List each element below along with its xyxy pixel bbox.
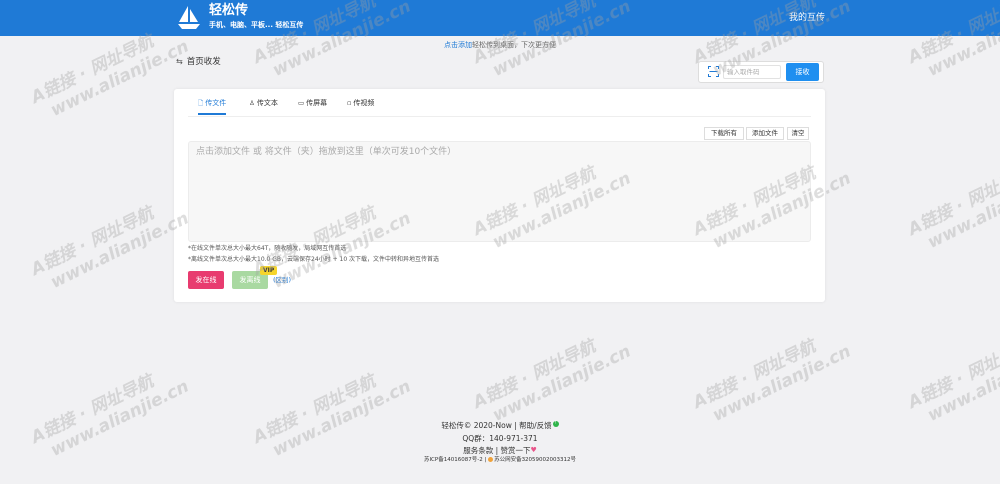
text-icon: ♙ <box>249 99 255 107</box>
file-icon: 🗋 <box>198 99 204 107</box>
watermark: A链接 · 网址导航 www.alianjie.cn <box>28 191 192 298</box>
difference-link[interactable]: (区别) <box>273 276 291 284</box>
watermark-line1: A链接 · 网址导航 <box>28 203 157 280</box>
terms-link[interactable]: 服务条款 <box>463 446 493 455</box>
download-all-button[interactable]: 下载所有 <box>704 127 744 140</box>
tab-bar: 🗋 传文件 ♙ 传文本 ▭ 传屏幕 ▫ 传视频 <box>188 96 811 117</box>
notification-badge-icon: ! <box>552 421 559 427</box>
section-title: ⇆ 首页收发 <box>176 57 221 67</box>
clear-button[interactable]: 清空 <box>787 127 809 140</box>
watermark: A链接 · 网址导航 www.alianjie.cn <box>470 324 634 431</box>
offline-note: *离线文件单次总大小最大10.0 GB，云端保存24小时 + 10 次下载，文件… <box>188 256 440 263</box>
footer-copyright-line: 轻松传© 2020-Now | 帮助/反馈! <box>0 421 1000 430</box>
notice-text: 轻松传到桌面，下次更方便 <box>472 41 556 49</box>
watermark-line1: A链接 · 网址导航 <box>690 336 819 413</box>
reward-link[interactable]: 赞赏一下 <box>501 446 531 455</box>
pickup-code-input[interactable] <box>723 65 781 79</box>
icp-link[interactable]: 苏ICP备14016087号-2 <box>424 457 483 463</box>
sailboat-logo-icon[interactable] <box>176 4 202 30</box>
my-transfers-link[interactable]: 我的互传 <box>789 12 825 24</box>
footer-icp-line: 苏ICP备14016087号-2 | 苏公网安备32059002003312号 <box>0 457 1000 464</box>
footer-links-line: 服务条款 | 赞赏一下♥ <box>0 446 1000 455</box>
heart-icon: ♥ <box>530 446 537 454</box>
tab-send-text[interactable]: ♙ 传文本 <box>249 96 278 115</box>
vip-badge: VIP <box>260 266 278 275</box>
brand-tagline: 手机、电脑、平板... 轻松互传 <box>209 21 304 29</box>
watermark: A链接 · 网址导航 www.alianjie.cn <box>905 151 1000 258</box>
watermark-line1: A链接 · 网址导航 <box>470 336 599 413</box>
transfer-arrows-icon: ⇆ <box>176 57 183 66</box>
tab-label: 传文本 <box>256 99 278 107</box>
scan-qr-icon[interactable] <box>708 66 719 77</box>
watermark: A链接 · 网址导航 www.alianjie.cn <box>905 324 1000 431</box>
tab-send-screen[interactable]: ▭ 传屏幕 <box>298 96 327 115</box>
separator: | <box>493 446 501 455</box>
tab-label: 传文件 <box>205 99 227 107</box>
watermark-line2: www.alianjie.cn <box>47 208 193 293</box>
add-to-desktop-notice: 点击添加轻松传到桌面，下次更方便 <box>0 41 1000 50</box>
tab-label: 传视频 <box>353 99 375 107</box>
police-record-link[interactable]: 苏公网安备32059002003312号 <box>494 457 576 463</box>
watermark: A链接 · 网址导航 www.alianjie.cn <box>690 324 854 431</box>
dropzone-placeholder: 点击添加文件 或 将文件（夹）拖放到这里（单次可发10个文件） <box>196 147 457 157</box>
add-file-button[interactable]: 添加文件 <box>746 127 784 140</box>
brand-name[interactable]: 轻松传 <box>209 4 248 18</box>
watermark-line2: www.alianjie.cn <box>924 168 1000 253</box>
tab-label: 传屏幕 <box>306 99 328 107</box>
add-to-desktop-link[interactable]: 点击添加 <box>444 41 472 49</box>
top-navbar: 轻松传 手机、电脑、平板... 轻松互传 我的互传 <box>0 0 1000 36</box>
tab-send-file[interactable]: 🗋 传文件 <box>198 96 227 115</box>
help-feedback-link[interactable]: 帮助/反馈 <box>519 421 552 430</box>
footer-qq-line: QQ群：140-971-371 <box>462 434 538 443</box>
section-title-text: 首页收发 <box>186 57 221 67</box>
online-note: *在线文件单次总大小最大64T，随收随发，局域网互传首选 <box>188 245 347 252</box>
video-icon: ▫ <box>347 99 352 107</box>
copyright-text: 轻松传© 2020-Now <box>441 421 512 430</box>
send-online-button[interactable]: 发在线 <box>188 271 224 289</box>
watermark-line1: A链接 · 网址导航 <box>905 336 1000 413</box>
tab-send-video[interactable]: ▫ 传视频 <box>347 96 374 115</box>
receive-button[interactable]: 接收 <box>786 63 819 81</box>
watermark-line2: www.alianjie.cn <box>489 341 635 426</box>
watermark-line2: www.alianjie.cn <box>924 341 1000 426</box>
police-badge-icon <box>488 457 494 462</box>
watermark-line2: www.alianjie.cn <box>709 341 855 426</box>
screen-icon: ▭ <box>298 99 305 107</box>
watermark-line1: A链接 · 网址导航 <box>905 163 1000 240</box>
